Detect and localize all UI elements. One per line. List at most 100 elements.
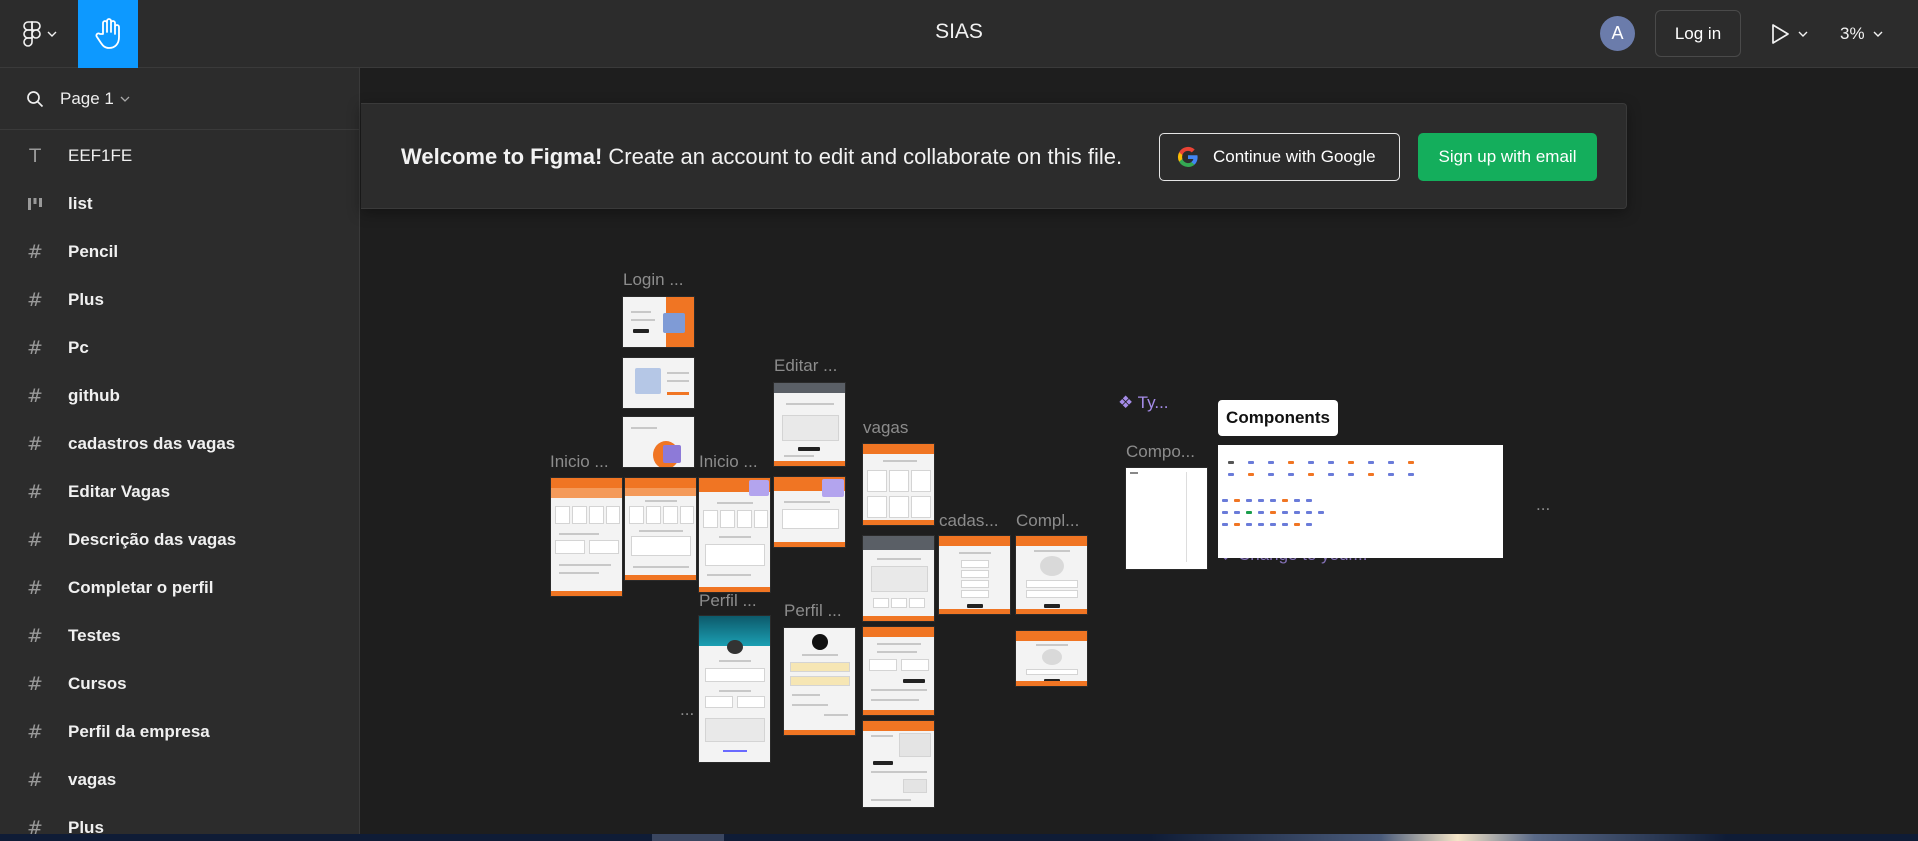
frame-label-cadas[interactable]: cadas... [939,511,999,531]
frame-icon: # [27,769,43,791]
welcome-message: Welcome to Figma! Create an account to e… [401,144,1122,170]
frame-icon: # [27,289,43,311]
layer-item-completar-o-perfil[interactable]: # Completar o perfil [0,564,359,612]
frame-label-vagas[interactable]: vagas [863,418,908,438]
frame-thumbnail-perfil-2[interactable] [783,627,856,736]
frame-icon: # [27,481,43,503]
frame-thumbnail-editar-2[interactable] [773,476,846,548]
components-frame-tag[interactable]: Components [1218,400,1338,436]
welcome-banner: Welcome to Figma! Create an account to e… [361,103,1627,209]
layer-name: list [68,194,93,213]
frame-label-login[interactable]: Login ... [623,270,684,290]
frame-thumbnail-vagas-4[interactable] [862,720,935,808]
layer-name: Descrição das vagas [68,530,237,549]
continue-with-google-button[interactable]: Continue with Google [1159,133,1400,181]
frame-label-ellipsis[interactable]: ... [680,700,694,720]
play-icon [1772,24,1789,44]
layer-name: vagas [68,770,117,789]
chevron-down-icon [1798,31,1808,37]
page-name: Page 1 [60,88,114,108]
frame-thumbnail-login-1[interactable] [622,296,695,348]
chevron-down-icon [120,96,130,102]
hand-tool-button[interactable] [78,0,138,68]
hand-icon [95,18,120,49]
layer-item-testes[interactable]: # Testes [0,612,359,660]
layer-item-editar-vagas[interactable]: # Editar Vagas [0,468,359,516]
frame-icon: # [27,817,43,834]
layer-name: Pencil [68,242,119,261]
taskbar-active-slice [652,834,724,841]
frame-icon: # [27,577,43,599]
frame-thumbnail-completar-2[interactable] [1015,630,1088,687]
layer-item-pencil[interactable]: # Pencil [0,228,359,276]
frame-icon: # [27,433,43,455]
frame-thumbnail-vagas-3[interactable] [862,626,935,716]
frame-thumbnail-cadastro[interactable] [938,535,1011,615]
main-menu-button[interactable] [14,14,66,54]
layer-item-descricao-das-vagas[interactable]: # Descrição das vagas [0,516,359,564]
components-sheet[interactable] [1218,445,1503,558]
layer-name: Pc [68,338,89,357]
page-selector[interactable]: Page 1 [0,68,359,130]
zoom-dropdown[interactable]: 3% [1840,20,1883,48]
frame-label-perfil-2[interactable]: Perfil ... [784,601,842,621]
top-toolbar: SIAS A Log in 3% [0,0,1918,68]
layer-name: cadastros das vagas [68,434,236,453]
login-button[interactable]: Log in [1655,10,1741,57]
frame-label-types[interactable]: ❖ Ty... [1118,393,1169,413]
chevron-down-icon [1873,31,1883,37]
frame-label-ellipsis-2[interactable]: ... [1536,495,1550,515]
frame-thumbnail-vagas-2[interactable] [862,535,935,622]
file-title[interactable]: SIAS [935,20,983,43]
taskbar-strip [0,834,1918,841]
frame-thumbnail-compo[interactable] [1125,467,1208,570]
frame-thumbnail-vagas-1[interactable] [862,443,935,526]
layer-name: github [68,386,120,405]
frame-thumbnail-completar[interactable] [1015,535,1088,615]
frame-thumbnail-login-3[interactable] [622,416,695,468]
layer-item-cursos[interactable]: # Cursos [0,660,359,708]
welcome-body: Create an account to edit and collaborat… [602,144,1123,169]
present-button[interactable] [1770,18,1820,50]
layer-name: EEF1FE [68,146,133,165]
layer-name: Completar o perfil [68,578,214,597]
chevron-down-icon [47,31,57,37]
layer-item-github[interactable]: # github [0,372,359,420]
layer-item-eef1fe[interactable]: T EEF1FE [0,132,359,180]
frame-label-compl[interactable]: Compl... [1016,511,1079,531]
avatar[interactable]: A [1600,16,1635,51]
google-icon [1177,146,1198,168]
layer-name: Cursos [68,674,127,693]
frame-label-editar[interactable]: Editar ... [774,356,837,376]
figma-logo-icon [23,21,41,47]
page-label[interactable]: Page 1 [60,89,130,109]
frame-icon: # [27,625,43,647]
layer-item-cadastros-das-vagas[interactable]: # cadastros das vagas [0,420,359,468]
frame-label-perfil-1[interactable]: Perfil ... [699,591,757,611]
frame-thumbnail-perfil-1[interactable] [698,615,771,763]
layer-item-plus[interactable]: # Plus [0,276,359,324]
frame-thumbnail-inicio-1[interactable] [550,477,623,597]
layer-name: Plus [68,290,104,309]
frame-thumbnail-inicio-2[interactable] [698,477,771,593]
search-icon [27,90,44,107]
layer-item-pc[interactable]: # Pc [0,324,359,372]
layer-item-plus-2[interactable]: # Plus [0,804,359,834]
frame-icon: # [27,337,43,359]
frame-label-inicio-2[interactable]: Inicio ... [699,452,758,472]
frame-label-compo[interactable]: Compo... [1126,442,1195,462]
layer-item-list[interactable]: list [0,180,359,228]
sign-up-with-email-button[interactable]: Sign up with email [1418,133,1597,181]
layer-item-vagas[interactable]: # vagas [0,756,359,804]
frame-thumbnail-inicio-1b[interactable] [624,477,697,581]
frame-icon: # [27,673,43,695]
text-icon: T [29,145,41,167]
layer-name: Editar Vagas [68,482,171,501]
frame-icon: # [27,385,43,407]
frame-thumbnail-editar[interactable] [773,382,846,467]
frame-icon: # [27,721,43,743]
frame-label-inicio-1[interactable]: Inicio ... [550,452,609,472]
frame-thumbnail-login-2[interactable] [622,357,695,409]
layer-item-perfil-da-empresa[interactable]: # Perfil da empresa [0,708,359,756]
frame-icon: # [27,241,43,263]
